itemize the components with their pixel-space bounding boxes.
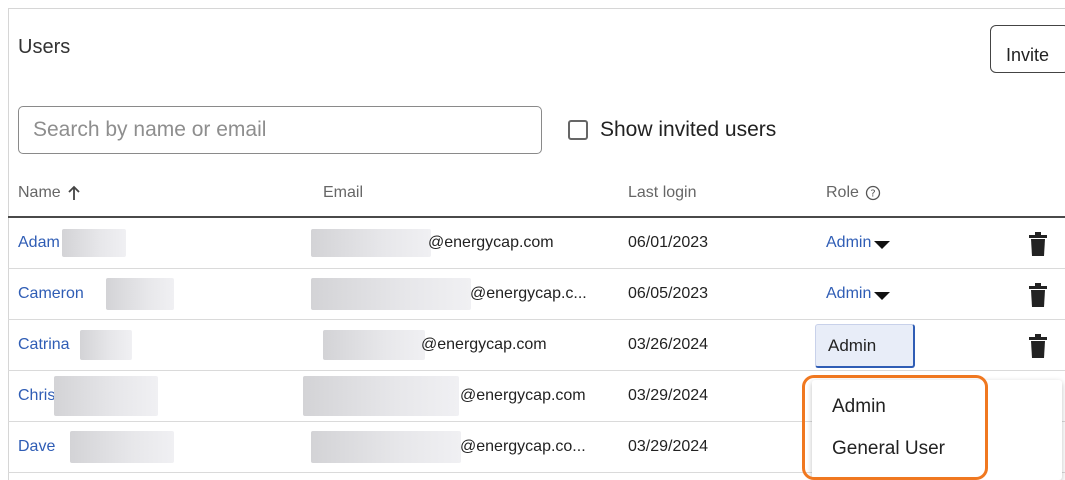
caret-down-icon: [874, 291, 891, 300]
redacted-email: [311, 431, 461, 463]
redacted-name: [80, 330, 132, 360]
user-name-link[interactable]: Adam: [18, 218, 60, 268]
user-email: @energycap.com: [421, 336, 547, 353]
last-login: 03/26/2024: [628, 336, 709, 353]
user-name-link[interactable]: Chris: [18, 371, 55, 421]
page-title: Users: [18, 36, 71, 58]
redacted-email: [311, 278, 471, 310]
role-option-general-user[interactable]: General User: [832, 438, 945, 460]
arrow-up-icon: [68, 185, 80, 200]
user-email: @energycap.c...: [470, 285, 587, 302]
show-invited-label: Show invited users: [600, 118, 777, 141]
trash-icon[interactable]: [1028, 232, 1048, 256]
redacted-email: [323, 330, 425, 360]
user-email: @energycap.co...: [460, 438, 586, 455]
role-dropdown-trigger[interactable]: Admin: [826, 269, 891, 319]
user-email: @energycap.com: [460, 387, 586, 404]
role-option-admin[interactable]: Admin: [832, 396, 886, 418]
user-name-link[interactable]: Dave: [18, 422, 55, 472]
redacted-email: [303, 376, 459, 416]
role-dropdown-menu: Admin General User: [812, 380, 1062, 480]
column-header-last-login[interactable]: Last login: [628, 184, 697, 202]
last-login: 06/05/2023: [628, 285, 709, 302]
invite-button[interactable]: Invite: [990, 25, 1065, 73]
column-header-name[interactable]: Name: [18, 184, 81, 202]
table-row: Catrina @energycap.com 03/26/2024 Admin: [8, 320, 1065, 371]
user-email: @energycap.com: [428, 234, 554, 251]
column-header-email[interactable]: Email: [323, 184, 363, 202]
show-invited-toggle[interactable]: Show invited users: [568, 116, 776, 144]
svg-text:?: ?: [870, 189, 875, 200]
role-dropdown-trigger[interactable]: Admin: [826, 218, 891, 268]
table-row: Cameron @energycap.c... 06/05/2023 Admin: [8, 269, 1065, 320]
last-login: 03/29/2024: [628, 387, 709, 404]
redacted-name: [54, 376, 158, 416]
table-row: Adam @energycap.com 06/01/2023 Admin: [8, 218, 1065, 269]
help-circle-icon[interactable]: ?: [865, 185, 881, 201]
column-header-role[interactable]: Role ?: [826, 184, 881, 202]
redacted-name: [106, 278, 174, 310]
redacted-email: [311, 229, 431, 257]
redacted-name: [62, 229, 126, 257]
last-login: 03/29/2024: [628, 438, 709, 455]
caret-down-icon: [874, 240, 891, 249]
show-invited-checkbox[interactable]: [568, 120, 588, 140]
trash-icon[interactable]: [1028, 334, 1048, 358]
trash-icon[interactable]: [1028, 283, 1048, 307]
role-select[interactable]: Admin: [815, 324, 915, 368]
redacted-name: [70, 431, 174, 463]
search-input[interactable]: [18, 106, 542, 154]
last-login: 06/01/2023: [628, 234, 709, 251]
user-name-link[interactable]: Cameron: [18, 269, 84, 319]
user-name-link[interactable]: Catrina: [18, 320, 70, 370]
